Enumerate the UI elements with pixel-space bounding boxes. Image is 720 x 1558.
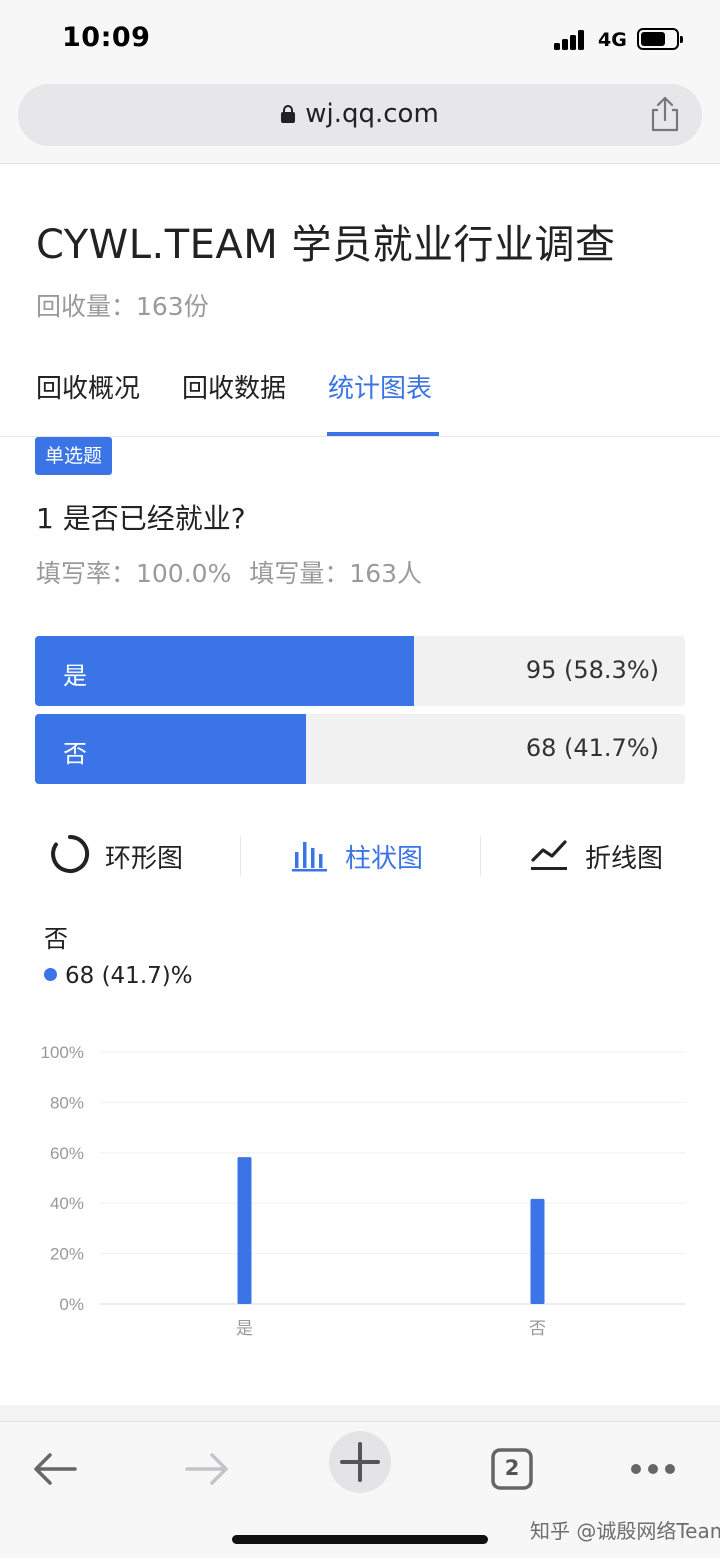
tabs-count: 2 [504, 1456, 520, 1480]
x-tick-label: 是 [236, 1319, 253, 1339]
back-arrow-icon[interactable] [20, 1434, 90, 1504]
y-tick-label: 100% [41, 1043, 84, 1062]
divider [480, 836, 481, 876]
chart-type-switcher: 环形图 柱状图 折线图 [0, 820, 720, 890]
y-tick-label: 40% [50, 1194, 84, 1213]
donut-chart-icon [51, 834, 90, 873]
x-tick-label: 否 [529, 1319, 546, 1339]
chart-type-label: 柱状图 [345, 844, 424, 874]
bar-chart-icon [292, 842, 327, 872]
chart-type-line[interactable]: 折线图 [530, 834, 680, 874]
tooltip-value: 68 (41.7)% [65, 963, 193, 989]
url-text: wj.qq.com [305, 99, 439, 129]
more-dots-icon[interactable] [622, 1434, 692, 1504]
tab-data[interactable]: 回收数据 [182, 368, 286, 405]
cellular-signal-icon [554, 30, 590, 50]
y-tick-label: 80% [50, 1093, 84, 1112]
option-label: 否 [63, 740, 87, 768]
share-icon[interactable] [650, 96, 680, 132]
bar-chart: 100% 80% 60% 40% 20% 0% 是 否 [41, 1043, 686, 1339]
tab-overview[interactable]: 回收概况 [36, 368, 140, 405]
chart-type-bar[interactable]: 柱状图 [292, 834, 442, 874]
active-tab-indicator [327, 432, 439, 436]
collect-count: 回收量：163份 [36, 292, 209, 321]
y-tick-label: 0% [59, 1295, 84, 1314]
line-chart-icon [531, 840, 567, 870]
tab-bar: 回收概况 回收数据 统计图表 [0, 360, 720, 437]
tooltip-title: 否 [44, 925, 68, 953]
home-indicator [232, 1535, 488, 1544]
option-bar: 否 68 (41.7%) [35, 714, 685, 784]
new-tab-plus-icon[interactable] [325, 1427, 395, 1497]
tooltip-row: 68 (41.7)% [44, 963, 193, 989]
option-bar-fill [35, 636, 414, 706]
option-value: 68 (41.7%) [525, 734, 659, 762]
option-value: 95 (58.3%) [525, 656, 659, 684]
fill-count: 填写量：163人 [249, 559, 423, 588]
y-tick-label: 20% [50, 1245, 84, 1264]
network-type-label: 4G [598, 29, 627, 51]
chart-type-label: 环形图 [105, 844, 184, 874]
battery-icon [637, 28, 683, 50]
status-bar: 10:09 4G [0, 0, 720, 80]
y-tick-label: 60% [50, 1144, 84, 1163]
chart-type-donut[interactable]: 环形图 [50, 834, 200, 874]
page-title: CYWL.TEAM 学员就业行业调查 [36, 222, 616, 268]
lock-icon [281, 105, 296, 123]
chart-bar[interactable] [530, 1198, 545, 1304]
chart-bar[interactable] [237, 1157, 252, 1304]
forward-arrow-icon[interactable] [172, 1434, 242, 1504]
chart-type-label: 折线图 [585, 844, 664, 874]
option-bar: 是 95 (58.3%) [35, 636, 685, 706]
status-time: 10:09 [62, 22, 151, 53]
watermark: 知乎 @诚殷网络Team [530, 1519, 720, 1543]
option-label: 是 [63, 662, 87, 690]
address-bar[interactable]: wj.qq.com [18, 84, 702, 146]
tab-charts[interactable]: 统计图表 [328, 368, 432, 405]
question-stats: 填写率：100.0% 填写量：163人 [36, 554, 422, 590]
fill-rate: 填写率：100.0% [36, 559, 232, 588]
browser-address-area: wj.qq.com [0, 80, 720, 164]
divider [240, 836, 241, 876]
tabs-count-button[interactable]: 2 [477, 1434, 547, 1504]
series-dot [44, 968, 57, 981]
question-title: 1 是否已经就业? [36, 502, 246, 535]
page-bottom-separator [0, 1405, 720, 1421]
question-type-badge: 单选题 [35, 437, 113, 475]
